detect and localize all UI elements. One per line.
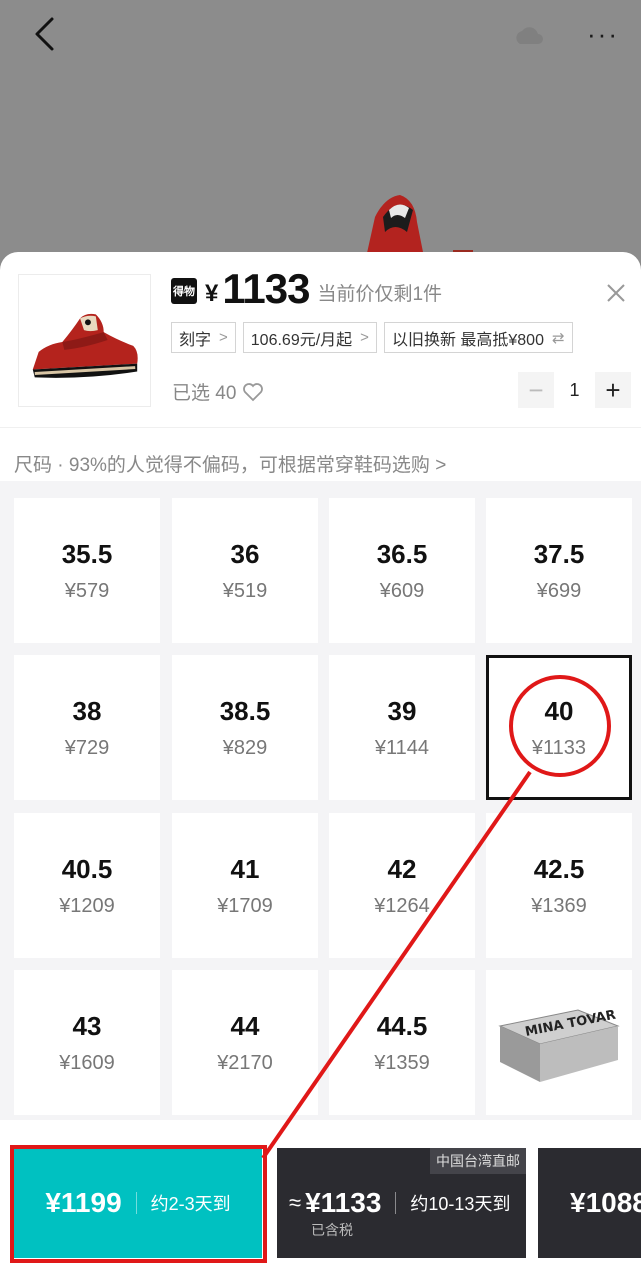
- option-price: ¥1088: [570, 1187, 641, 1218]
- tag-installment[interactable]: 106.69元/月起 >: [242, 322, 377, 353]
- size-cell[interactable]: 40.5 ¥1209: [14, 813, 160, 958]
- chevron-right-icon: >: [360, 329, 369, 346]
- separator: [395, 1192, 397, 1214]
- size-label: 35.5: [61, 538, 113, 569]
- size-cell[interactable]: 42 ¥1264: [329, 813, 475, 958]
- approx-symbol: ≈: [289, 1190, 302, 1215]
- size-cell[interactable]: 42.5 ¥1369: [486, 813, 632, 958]
- size-price: ¥1133: [531, 736, 587, 759]
- direct-mail-badge: 中国台湾直邮: [430, 1148, 526, 1174]
- size-cell[interactable]: 38 ¥729: [14, 655, 160, 800]
- size-price: ¥609: [379, 579, 425, 602]
- option-price: ¥1133: [305, 1187, 382, 1218]
- size-cell[interactable]: 39 ¥1144: [329, 655, 475, 800]
- product-thumbnail: [18, 274, 151, 407]
- size-cell[interactable]: 37.5 ¥699: [486, 498, 632, 643]
- shoe-box-image: MINA TOVAR: [486, 970, 632, 1115]
- purchase-option-overseas[interactable]: ≈ ¥1133 约10-13天到 已含税 中国台湾直邮: [277, 1148, 526, 1258]
- size-cell[interactable]: 41 ¥1709: [172, 813, 318, 958]
- size-label: 41: [230, 853, 260, 884]
- stock-note: 当前价仅剩1件: [317, 284, 443, 305]
- size-label: 44: [230, 1010, 260, 1041]
- size-price: ¥829: [222, 736, 268, 759]
- selected-size-label: 已选 40: [172, 383, 237, 404]
- currency-symbol: ¥: [205, 280, 219, 307]
- size-cell[interactable]: 38.5 ¥829: [172, 655, 318, 800]
- size-label: 36: [230, 538, 260, 569]
- dewu-logo-icon: 得物: [171, 278, 197, 304]
- tag-label: 刻字: [179, 331, 212, 349]
- size-cell[interactable]: 44 ¥2170: [172, 970, 318, 1115]
- size-price: ¥1359: [374, 1051, 430, 1074]
- size-label: 42.5: [533, 853, 585, 884]
- size-cell[interactable]: 36.5 ¥609: [329, 498, 475, 643]
- size-label: 37.5: [533, 538, 585, 569]
- size-label: 38.5: [219, 695, 271, 726]
- size-price: ¥1369: [531, 894, 587, 917]
- size-price: ¥699: [536, 579, 582, 602]
- exchange-arrows-icon: ⇄: [551, 329, 565, 347]
- size-cell-selected[interactable]: 40 ¥1133: [486, 655, 632, 800]
- size-cell[interactable]: 36 ¥519: [172, 498, 318, 643]
- tag-trade-in[interactable]: 以旧换新 最高抵¥800 ⇄: [383, 322, 573, 353]
- product-background: ···: [0, 0, 641, 262]
- quantity-stepper: − 1 +: [518, 372, 631, 408]
- size-cell[interactable]: 35.5 ¥579: [14, 498, 160, 643]
- purchase-option-third[interactable]: ¥1088: [538, 1148, 641, 1258]
- chevron-right-icon: >: [219, 329, 228, 346]
- purchase-option-fast[interactable]: ¥1199 约2-3天到: [14, 1148, 262, 1258]
- current-price: 1133: [222, 265, 310, 312]
- selected-size-row: 已选 40: [172, 378, 264, 405]
- tax-included-label: 已含税: [311, 1222, 353, 1238]
- size-price: ¥1709: [217, 894, 273, 917]
- separator: [135, 1192, 137, 1214]
- tag-label: 以旧换新 最高抵¥800: [391, 331, 544, 349]
- size-label: 40.5: [61, 853, 113, 884]
- tag-label: 106.69元/月起: [250, 331, 353, 349]
- cloud-icon: [516, 27, 543, 44]
- size-price: ¥1609: [59, 1051, 115, 1074]
- decrease-button[interactable]: −: [518, 372, 554, 408]
- size-label: 44.5: [376, 1010, 428, 1041]
- size-label: 40: [544, 695, 574, 726]
- size-cell[interactable]: 44.5 ¥1359: [329, 970, 475, 1115]
- size-price: ¥2170: [217, 1051, 273, 1074]
- quantity-value: 1: [569, 379, 580, 400]
- size-price: ¥1144: [374, 736, 430, 759]
- shoe-image: [32, 313, 138, 378]
- size-label: 43: [72, 1010, 102, 1041]
- increase-button[interactable]: +: [595, 372, 631, 408]
- tag-engraving[interactable]: 刻字 >: [171, 322, 236, 353]
- price-row: 得物 ¥ 1133 当前价仅剩1件: [171, 266, 442, 312]
- size-price: ¥579: [64, 579, 110, 602]
- divider: [0, 427, 641, 428]
- close-icon[interactable]: [605, 282, 627, 304]
- size-price: ¥1209: [59, 894, 115, 917]
- size-label: 38: [72, 695, 102, 726]
- option-delivery: 约2-3天到: [150, 1194, 231, 1214]
- heart-icon[interactable]: [242, 382, 264, 402]
- size-label: 36.5: [376, 538, 428, 569]
- ellipsis-icon[interactable]: ···: [587, 21, 619, 47]
- size-label: 42: [387, 853, 417, 884]
- service-tags: 刻字 > 106.69元/月起 > 以旧换新 最高抵¥800 ⇄: [171, 322, 573, 353]
- size-price: ¥519: [222, 579, 268, 602]
- option-delivery: 约10-13天到: [410, 1194, 511, 1214]
- option-price: ¥1199: [45, 1187, 122, 1218]
- chevron-left-icon[interactable]: [30, 16, 60, 52]
- shoe-box-icon: MINA TOVAR: [498, 1008, 620, 1082]
- size-price: ¥1264: [374, 894, 430, 917]
- size-fit-hint[interactable]: 尺码 · 93%的人觉得不偏码，可根据常穿鞋码选购 >: [14, 450, 446, 477]
- size-price: ¥729: [64, 736, 110, 759]
- size-cell[interactable]: 43 ¥1609: [14, 970, 160, 1115]
- size-label: 39: [387, 695, 417, 726]
